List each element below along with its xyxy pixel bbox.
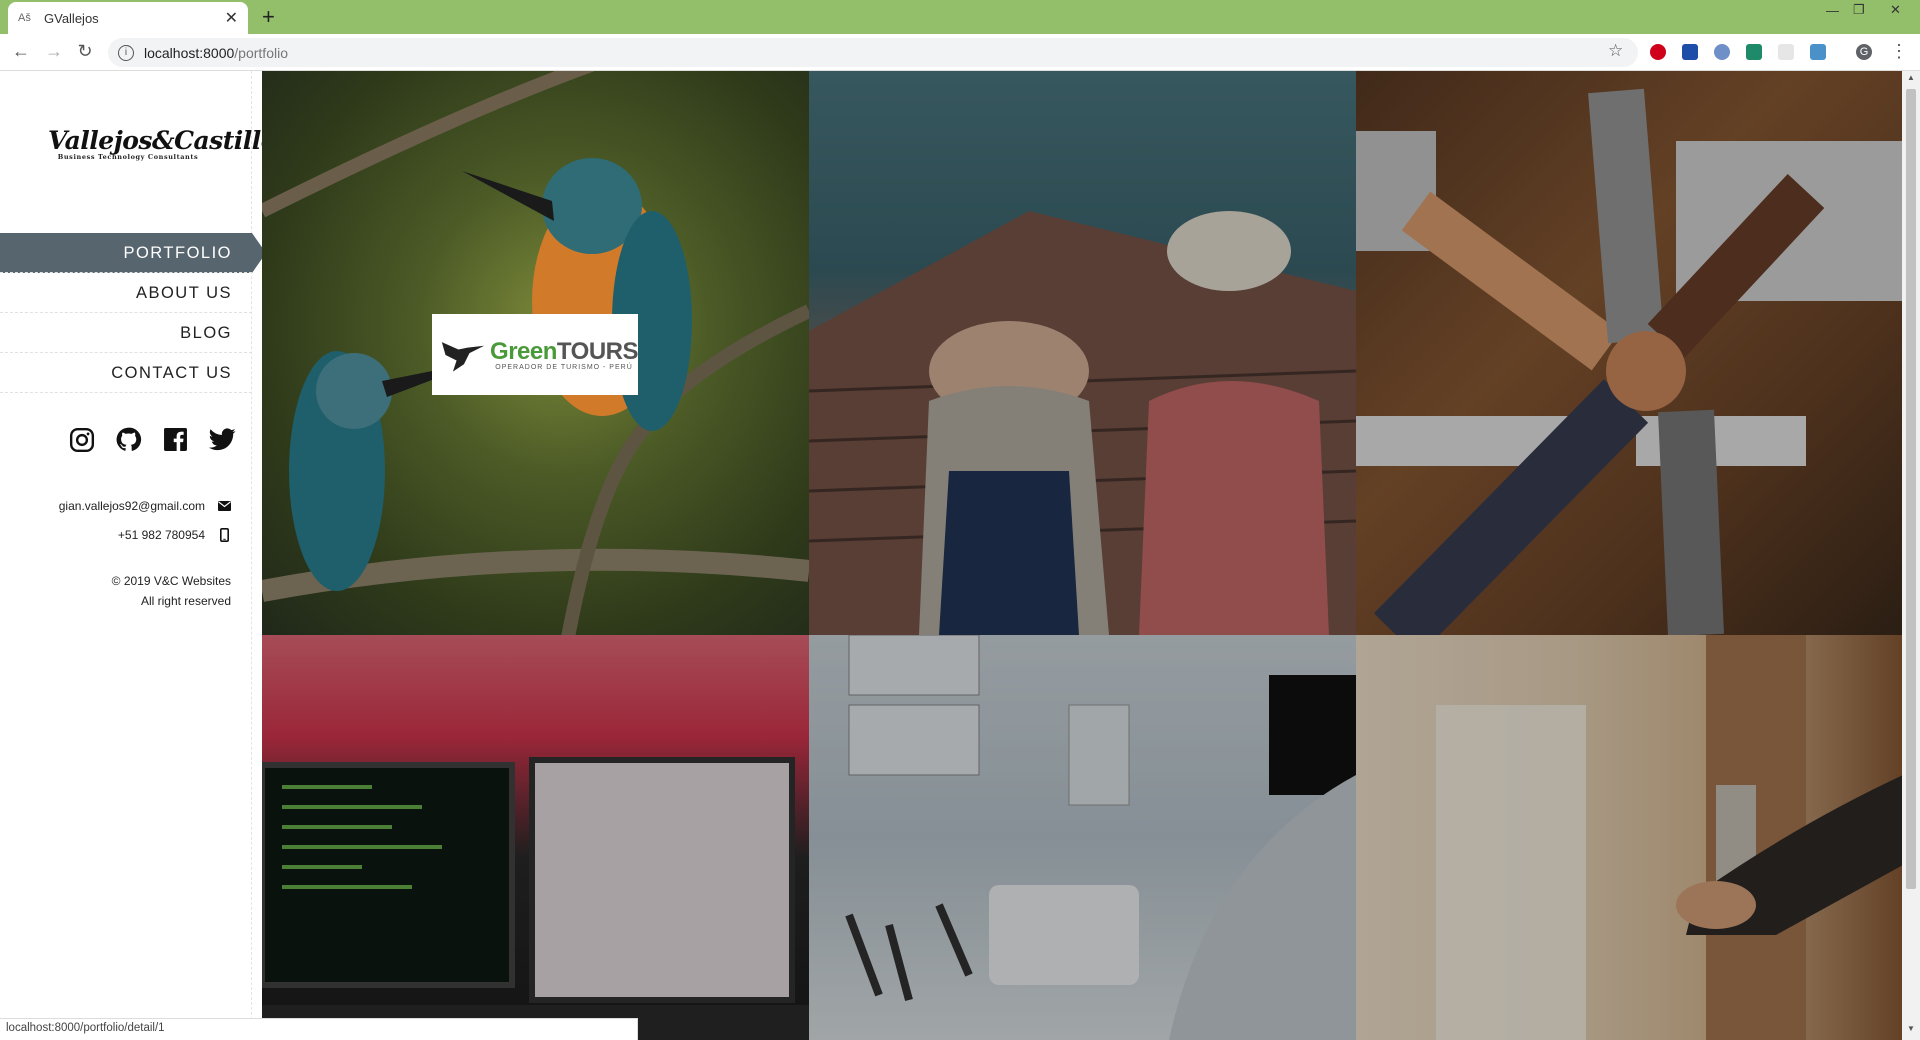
brand-tours-text: TOURS <box>556 338 639 365</box>
logo-tagline: Business Technology Consultants <box>57 153 199 161</box>
translate-extension-icon[interactable] <box>1810 44 1826 60</box>
url-input[interactable]: i localhost:8000/portfolio <box>108 38 1638 67</box>
new-tab-icon[interactable]: + <box>262 4 275 30</box>
phone-text: +51 982 780954 <box>117 527 205 542</box>
url-host: localhost:8000 <box>144 44 235 61</box>
tab-favicon: Aš <box>18 12 31 24</box>
scroll-down-icon[interactable]: ▼ <box>1902 1024 1920 1038</box>
portfolio-tile-kingfishers[interactable]: GreenTOURS OPERADOR DE TURISMO - PERÚ <box>262 71 809 635</box>
portfolio-tile-team[interactable] <box>1356 71 1903 635</box>
github-icon[interactable] <box>115 426 142 453</box>
tile-overlay <box>809 71 1356 635</box>
brand-subtitle: OPERADOR DE TURISMO - PERÚ <box>495 364 633 371</box>
back-icon[interactable]: ← <box>10 41 32 62</box>
reload-icon[interactable]: ↻ <box>74 41 96 62</box>
social-links <box>68 426 236 453</box>
brand-logo[interactable]: Vallejos&Castillo Business Technology Co… <box>48 126 277 161</box>
portfolio-tile-hotel[interactable] <box>1356 635 1903 1040</box>
portfolio-tile-construction[interactable] <box>809 71 1356 635</box>
nav-item-about-us[interactable]: ABOUT US <box>0 273 252 313</box>
twitter-icon[interactable] <box>209 426 236 453</box>
contact-info: gian.vallejos92@gmail.com +51 982 780954 <box>59 491 231 549</box>
portfolio-tile-dental[interactable] <box>809 635 1356 1040</box>
page-scrollbar[interactable]: ▲ ▼ <box>1902 71 1920 1040</box>
hummingbird-icon <box>441 341 485 372</box>
browser-tab[interactable]: Aš GVallejos ✕ <box>8 2 248 34</box>
portfolio-grid: GreenTOURS OPERADOR DE TURISMO - PERÚ <box>262 71 1903 1040</box>
nav-item-portfolio[interactable]: PORTFOLIO <box>0 233 266 273</box>
green-tours-logo[interactable]: GreenTOURS OPERADOR DE TURISMO - PERÚ <box>432 314 639 395</box>
instagram-icon[interactable] <box>68 426 95 453</box>
scrollbar-thumb[interactable] <box>1906 89 1916 889</box>
logo-wordmark: Vallejos&Castillo <box>48 126 277 155</box>
info-icon[interactable]: i <box>118 44 134 61</box>
copyright-text: © 2019 V&C Websites <box>111 574 231 588</box>
scroll-up-icon[interactable]: ▲ <box>1902 73 1920 87</box>
sidebar: Vallejos&Castillo Business Technology Co… <box>0 71 277 1040</box>
minimize-icon[interactable]: — <box>1826 0 1839 20</box>
tile-overlay <box>1356 71 1903 635</box>
tab-title: GVallejos <box>44 10 99 26</box>
tile-overlay <box>809 635 1356 1040</box>
restore-icon[interactable]: ❐ <box>1853 0 1865 20</box>
rights-text: All right reserved <box>140 594 231 608</box>
bookmark-star-icon[interactable]: ☆ <box>1608 41 1623 61</box>
close-tab-icon[interactable]: ✕ <box>225 8 238 28</box>
email-text: gian.vallejos92@gmail.com <box>58 498 205 513</box>
copyright: © 2019 V&C Websites All right reserved <box>112 571 231 611</box>
nav-item-contact-us[interactable]: CONTACT US <box>0 353 252 393</box>
facebook-icon[interactable] <box>162 426 189 453</box>
link-status-bar: localhost:8000/portfolio/detail/1 <box>0 1018 638 1040</box>
nav-item-blog[interactable]: BLOG <box>0 313 252 353</box>
vue-extension-icon[interactable] <box>1746 44 1762 60</box>
close-window-icon[interactable]: ✕ <box>1890 0 1901 20</box>
brand-green-text: Green <box>490 338 557 365</box>
address-bar: ← → ↻ i localhost:8000/portfolio ☆ G ⋮ <box>0 34 1920 71</box>
portfolio-tile-code[interactable] <box>262 635 809 1040</box>
profile-avatar[interactable]: G <box>1856 44 1872 60</box>
menu-icon[interactable]: ⋮ <box>1888 41 1910 62</box>
browser-titlebar: Aš GVallejos ✕ + — ❐ ✕ <box>0 0 1920 34</box>
tile-overlay <box>262 635 809 1040</box>
forward-icon[interactable]: → <box>43 41 65 62</box>
extension-icon[interactable] <box>1778 44 1794 60</box>
email-row[interactable]: gian.vallejos92@gmail.com <box>59 491 231 520</box>
bookmark-extension-icon[interactable] <box>1682 44 1698 60</box>
extension-icon[interactable] <box>1714 44 1730 60</box>
url-path: /portfolio <box>234 44 288 61</box>
tile-overlay <box>1356 635 1903 1040</box>
phone-row[interactable]: +51 982 780954 <box>59 520 231 549</box>
opera-extension-icon[interactable] <box>1650 44 1666 60</box>
mobile-phone-icon <box>217 527 231 542</box>
main-nav: PORTFOLIO ABOUT US BLOG CONTACT US <box>0 233 266 393</box>
envelope-icon <box>217 500 231 511</box>
